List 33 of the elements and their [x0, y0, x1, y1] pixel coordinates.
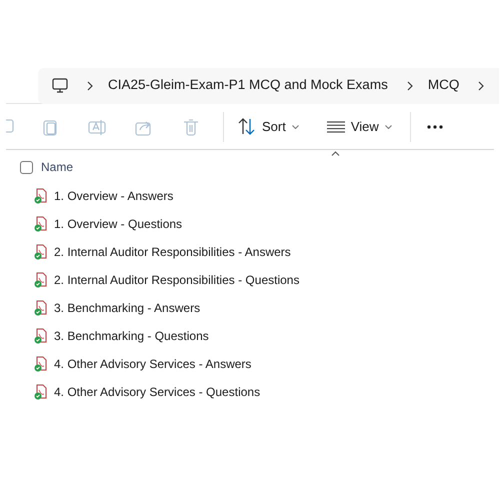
pdf-file-icon [34, 216, 48, 232]
breadcrumb-item[interactable]: MCQ [428, 75, 460, 96]
chevron-icon [406, 80, 414, 90]
pdf-file-icon [34, 272, 48, 288]
file-name[interactable]: 4. Other Advisory Services - Answers [54, 355, 252, 373]
file-name[interactable]: 1. Overview - Answers [54, 187, 174, 205]
pdf-file-icon [34, 328, 48, 344]
select-all-checkbox[interactable] [20, 160, 33, 174]
file-name[interactable]: 3. Benchmarking - Answers [54, 299, 200, 317]
file-name[interactable]: 1. Overview - Questions [54, 215, 182, 233]
pdf-file-icon [34, 188, 48, 204]
sort-icon [238, 118, 256, 135]
sort-caret-icon [331, 151, 340, 156]
file-name[interactable]: 2. Internal Auditor Responsibilities - Answers [54, 243, 291, 261]
pdf-file-icon [34, 244, 48, 260]
pdf-file-icon [34, 356, 48, 372]
breadcrumb-item[interactable]: CIA25-Gleim-Exam-P1 MCQ and Mock Exams [108, 75, 388, 96]
file-name[interactable]: 4. Other Advisory Services - Questions [54, 383, 260, 401]
pdf-file-icon [34, 384, 48, 400]
address-bar[interactable]: CIA25-Gleim-Exam-P1 MCQ and Mock Exams MCQ [38, 68, 500, 104]
caret-icon [292, 124, 299, 128]
chevron-icon [86, 80, 94, 90]
pdf-file-icon [34, 300, 48, 316]
more-icon[interactable] [426, 124, 443, 128]
view-icon [326, 120, 345, 132]
sort-button[interactable]: Sort [238, 116, 299, 136]
view-button[interactable]: View [326, 116, 392, 136]
caret-icon [384, 124, 392, 128]
file-name[interactable]: 3. Benchmarking - Questions [54, 327, 209, 345]
file-name[interactable]: 2. Internal Auditor Responsibilities - Questions [54, 271, 300, 289]
chevron-icon [477, 80, 486, 90]
name-column-header[interactable]: Name [41, 158, 74, 176]
computer-icon [52, 78, 68, 93]
